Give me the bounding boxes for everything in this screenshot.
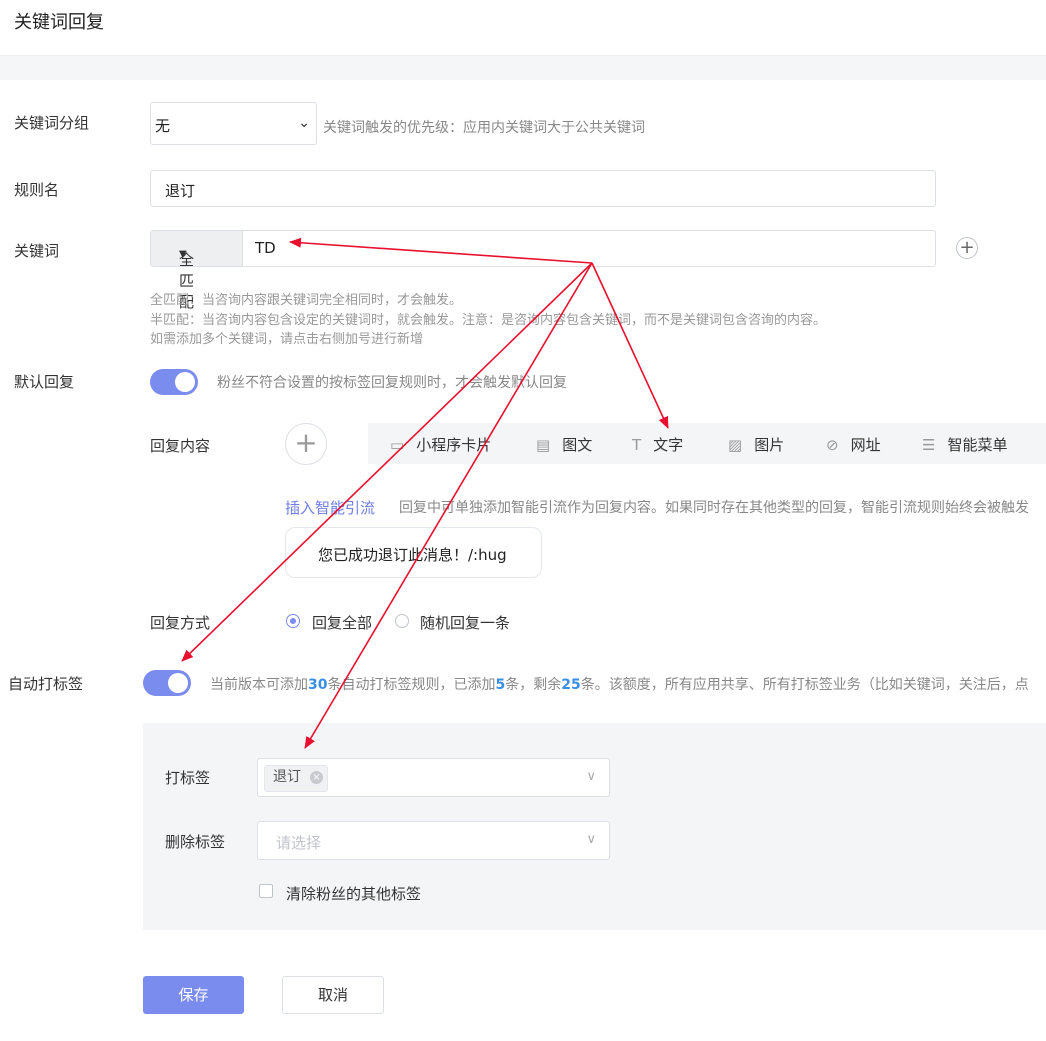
text-icon: T (632, 436, 642, 454)
keyword-help-line: 如需添加多个关键词，请点击右侧加号进行新增 (150, 332, 424, 347)
image-text-icon: ▤ (536, 436, 551, 454)
rule-label: 规则名 (14, 181, 60, 199)
auto-tag-toggle[interactable] (143, 670, 191, 696)
clear-other-tags-checkbox[interactable] (259, 884, 273, 898)
reply-type-bar: ▭ 小程序卡片 ▤ 图文 T 文字 ▨ 图片 ⊘ 网址 ☰ 智能菜单 (368, 423, 1046, 464)
hint-text: 条，剩余 (505, 677, 562, 693)
reply-type-image-text[interactable]: ▤ 图文 (536, 434, 592, 455)
header-divider-band (0, 55, 1046, 80)
keyword-label: 关键词 (14, 242, 60, 260)
quota-remaining: 25 (561, 677, 581, 693)
menu-list-icon: ☰ (922, 436, 936, 454)
rule-name-value: 退订 (165, 182, 196, 200)
chevron-down-icon: ⌄ (298, 115, 310, 131)
link-icon: ⊘ (826, 436, 839, 454)
chevron-down-icon: ∨ (586, 832, 596, 847)
annotation-arrow (591, 262, 669, 429)
tag-select[interactable]: 退订 × ∨ (257, 758, 610, 797)
reply-type-label: 文字 (653, 436, 684, 454)
rule-name-input[interactable]: 退订 (150, 170, 936, 207)
tag-chip: 退订 × (264, 765, 328, 792)
reply-type-label: 小程序卡片 (416, 436, 492, 454)
match-mode-dropdown[interactable]: 全匹配 ▼ (151, 231, 243, 311)
keyword-help-line: 全匹配：当咨询内容跟关键词完全相同时，才会触发。 (150, 293, 463, 308)
add-reply-button[interactable]: + (285, 423, 327, 465)
auto-tag-hint: 当前版本可添加30条自动打标签规则，已添加5条，剩余25条。该额度，所有应用共享… (210, 674, 1046, 694)
chevron-down-icon: ∨ (586, 769, 596, 784)
keyword-help-line: 半匹配：当咨询内容包含设定的关键词时，就会触发。注意：是咨询内容包含关键词，而不… (150, 313, 827, 328)
reply-random-radio[interactable] (395, 614, 409, 628)
reply-type-mini-program[interactable]: ▭ 小程序卡片 (390, 434, 491, 455)
auto-tag-label: 自动打标签 (8, 675, 84, 693)
reply-message-text: 您已成功退订此消息！/:hug (318, 546, 507, 564)
mini-program-card-icon: ▭ (390, 436, 405, 454)
reply-random-label[interactable]: 随机回复一条 (420, 612, 510, 633)
reply-type-picture[interactable]: ▨ 图片 (728, 434, 784, 455)
reply-mode-label: 回复方式 (150, 614, 211, 632)
quota-used: 5 (495, 677, 506, 693)
cancel-button[interactable]: 取消 (282, 976, 384, 1014)
reply-type-label: 图片 (754, 436, 785, 454)
quota-total: 30 (308, 677, 328, 693)
reply-all-label[interactable]: 回复全部 (312, 612, 372, 633)
group-hint: 关键词触发的优先级：应用内关键词大于公共关键词 (323, 120, 645, 136)
hint-text: 条。该额度，所有应用共享、所有打标签业务（比如关键词，关注后，点 (580, 677, 1029, 693)
hint-text: 条自动打标签规则，已添加 (327, 677, 496, 693)
save-button[interactable]: 保存 (143, 976, 244, 1014)
add-keyword-icon[interactable]: + (956, 237, 978, 259)
smart-link-hint: 回复中可单独添加智能引流作为回复内容。如果同时存在其他类型的回复，智能引流规则始… (399, 500, 1029, 516)
close-icon[interactable]: × (310, 771, 323, 784)
caret-down-icon: ▼ (179, 249, 187, 260)
keyword-input[interactable]: TD (255, 239, 276, 257)
reply-content-label: 回复内容 (150, 437, 211, 455)
reply-type-smart-menu[interactable]: ☰ 智能菜单 (922, 434, 1007, 455)
default-reply-toggle[interactable] (150, 369, 198, 395)
clear-other-tags-label[interactable]: 清除粉丝的其他标签 (286, 883, 421, 904)
default-reply-label: 默认回复 (14, 373, 75, 391)
tag-label: 打标签 (165, 769, 211, 787)
picture-icon: ▨ (728, 436, 743, 454)
remove-tag-select[interactable]: 请选择 ∨ (257, 821, 610, 860)
reply-message-card[interactable]: 您已成功退订此消息！/:hug (285, 527, 542, 578)
tag-chip-label: 退订 (273, 769, 301, 785)
insert-smart-link[interactable]: 插入智能引流 (285, 497, 375, 518)
page-title: 关键词回复 (14, 12, 104, 33)
default-reply-hint: 粉丝不符合设置的按标签回复规则时，才会触发默认回复 (217, 375, 567, 391)
reply-type-label: 图文 (562, 436, 593, 454)
reply-type-text[interactable]: T 文字 (632, 434, 683, 455)
reply-all-radio[interactable] (286, 614, 300, 628)
remove-tag-label: 删除标签 (165, 833, 226, 851)
hint-text: 当前版本可添加 (210, 677, 308, 693)
reply-type-label: 智能菜单 (947, 436, 1008, 454)
group-select-value: 无 (155, 117, 171, 135)
group-label: 关键词分组 (14, 114, 90, 132)
keyword-input-group: 全匹配 ▼ TD (150, 230, 936, 311)
remove-tag-placeholder: 请选择 (276, 834, 322, 852)
group-select[interactable]: 无 ⌄ (150, 102, 317, 145)
reply-type-label: 网址 (850, 436, 881, 454)
reply-type-link[interactable]: ⊘ 网址 (826, 434, 881, 455)
